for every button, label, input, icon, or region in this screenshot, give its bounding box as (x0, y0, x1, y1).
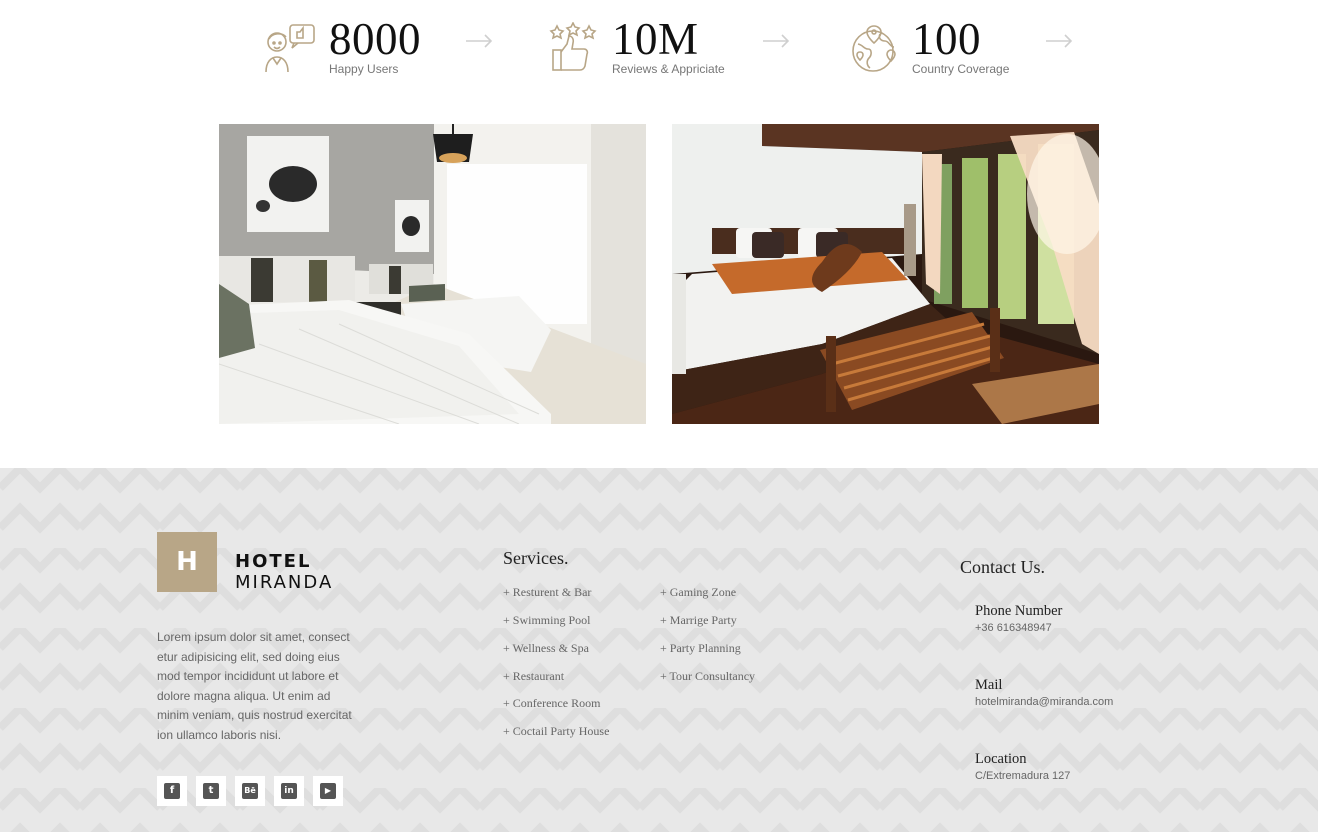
stat-label: Country Coverage (912, 62, 1010, 76)
service-link[interactable]: + Marrige Party (660, 613, 737, 628)
footer: H HOTEL MIRANDA Lorem ipsum dolor sit am… (0, 468, 1318, 832)
linkedin-icon: in (281, 783, 297, 799)
contact-label: Phone Number (975, 603, 1063, 619)
service-link[interactable]: + Conference Room (503, 696, 600, 711)
youtube-link[interactable]: ▶ (313, 776, 343, 806)
linkedin-link[interactable]: in (274, 776, 304, 806)
stat-label: Happy Users (329, 62, 399, 76)
contact-location: Location C/Extremadura 127 (975, 751, 1070, 782)
contact-label: Location (975, 751, 1027, 767)
service-link[interactable]: + Party Planning (660, 641, 741, 656)
address-text: C/Extremadura 127 (975, 770, 1071, 782)
stat-happy-users: 8000 Happy Users (264, 14, 493, 84)
service-link[interactable]: + Restaurant (503, 669, 564, 684)
globe-pins-icon (852, 25, 896, 72)
contact-heading: Contact Us. (960, 557, 1045, 577)
contact-label: Mail (975, 677, 1003, 693)
facebook-link[interactable]: f (157, 776, 187, 806)
service-link[interactable]: + Coctail Party House (503, 724, 609, 739)
contact-phone: Phone Number +36 616348947 (975, 603, 1062, 634)
service-link[interactable]: + Tour Consultancy (660, 669, 755, 684)
stat-label: Reviews & Appriciate (612, 62, 725, 76)
brand-name-line2: MIRANDA (235, 572, 334, 593)
service-link[interactable]: + Swimming Pool (503, 613, 590, 628)
behance-icon: Bē (242, 783, 258, 799)
hotel-logo: H (157, 532, 217, 592)
arrow-right-icon[interactable] (1045, 34, 1073, 48)
brand-name-line1: HOTEL (235, 551, 312, 572)
thumbs-up-stars-icon (549, 22, 597, 71)
footer-about-text: Lorem ipsum dolor sit amet, consect etur… (157, 630, 352, 742)
youtube-icon: ▶ (320, 783, 336, 799)
phone-number[interactable]: +36 616348947 (975, 622, 1062, 634)
stat-country-coverage: 100 Country Coverage (850, 14, 1080, 84)
stats-row: 8000 Happy Users 10M Reviews & Appriciat… (0, 0, 1318, 124)
stat-value: 10M (612, 14, 699, 64)
behance-link[interactable]: Bē (235, 776, 265, 806)
facebook-icon: f (164, 783, 180, 799)
arrow-right-icon[interactable] (465, 34, 493, 48)
stat-value: 100 (912, 14, 981, 64)
contact-mail: Mail hotelmiranda@miranda.com (975, 677, 1113, 708)
twin-bedroom-photo[interactable] (219, 124, 646, 424)
stat-reviews: 10M Reviews & Appriciate (549, 14, 799, 84)
twitter-icon: t (203, 783, 219, 799)
email-address[interactable]: hotelmiranda@miranda.com (975, 696, 1113, 708)
happy-user-icon (265, 24, 315, 73)
service-link[interactable]: + Wellness & Spa (503, 641, 589, 656)
service-link[interactable]: + Resturent & Bar (503, 585, 591, 600)
stat-value: 8000 (329, 14, 421, 64)
services-heading: Services. (503, 548, 569, 568)
twitter-link[interactable]: t (196, 776, 226, 806)
king-bedroom-photo[interactable] (672, 124, 1099, 424)
service-link[interactable]: + Gaming Zone (660, 585, 736, 600)
arrow-right-icon[interactable] (762, 34, 790, 48)
